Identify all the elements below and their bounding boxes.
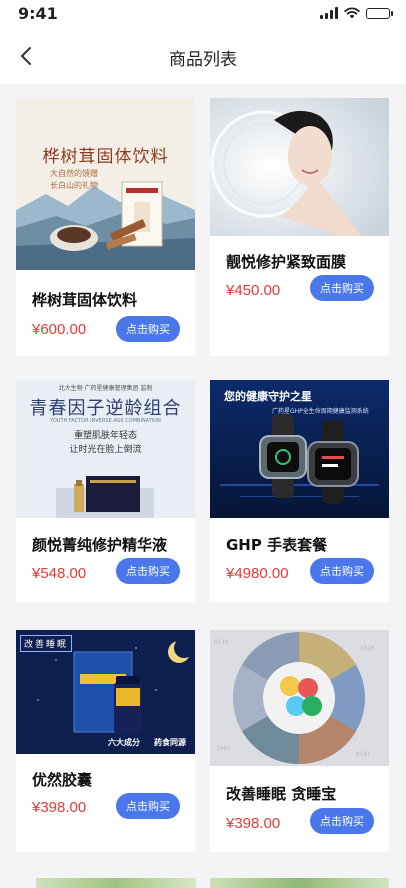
product-image — [36, 878, 196, 888]
status-icons — [320, 7, 393, 19]
image-subtext: 让时光在脸上倒流 — [69, 445, 142, 455]
image-headline: 桦树茸固体饮料 — [42, 147, 169, 167]
product-card[interactable]: 靓悦修护紧致面膜 ¥450.00 点击购买 — [210, 98, 389, 356]
image-headline: 青春因子逆龄组合 — [29, 398, 182, 419]
image-subtext: 长白山的礼物 — [50, 181, 98, 190]
image-topline: 北大生物 广药星健康管理集团 监制 — [58, 385, 153, 392]
product-image: 您的健康守护之星 广药星GHP全生命周期健康监测系统 — [210, 380, 389, 518]
product-name: 颜悦菁纯修护精华液 — [32, 536, 168, 554]
product-price: ¥4980.00 — [226, 565, 289, 582]
battery-icon — [366, 7, 393, 19]
product-name: 优然胶囊 — [32, 771, 93, 789]
image-tag: 六大成分 — [108, 738, 140, 747]
product-price: ¥450.00 — [226, 282, 281, 299]
product-image: 0110 1010 1001 0101 — [210, 630, 389, 766]
product-card[interactable]: 桦树茸固体饮料 大自然的馈赠 长白山的礼物 桦树茸固体饮料 ¥600.00 点击… — [16, 98, 195, 356]
product-image: 改善睡眠 六大成分 药食同源 — [16, 630, 195, 754]
image-subtext: 大自然的馈赠 — [50, 169, 98, 178]
image-en-subtitle: YOUTH FACTOR INVERSE AGE COMBINATION — [50, 418, 161, 424]
buy-button[interactable]: 点击购买 — [116, 558, 180, 584]
nav-bar: 商品列表 — [0, 28, 406, 84]
product-card[interactable]: 北大生物 广药星健康管理集团 监制 青春因子逆龄组合 YOUTH FACTOR … — [16, 380, 195, 602]
wifi-icon — [344, 7, 360, 19]
image-headline: 您的健康守护之星 — [224, 390, 312, 403]
product-name: 靓悦修护紧致面膜 — [226, 253, 347, 271]
product-price: ¥398.00 — [32, 799, 87, 816]
product-price: ¥600.00 — [32, 321, 87, 338]
product-image — [210, 98, 389, 236]
svg-text:1010: 1010 — [360, 645, 375, 652]
product-image — [210, 878, 389, 888]
product-name: 改善睡眠 贪睡宝 — [226, 785, 337, 803]
image-box-title: 改善睡眠 — [20, 635, 73, 652]
svg-text:1001: 1001 — [216, 745, 231, 752]
product-card[interactable]: 0110 1010 1001 0101 改善睡眠 贪睡宝 ¥398.00 点击购买 — [210, 630, 389, 852]
status-time: 9:41 — [18, 4, 58, 23]
product-name: 桦树茸固体饮料 — [32, 291, 138, 309]
product-name: GHP 手表套餐 — [226, 536, 328, 554]
status-bar: 9:41 — [0, 0, 406, 28]
image-subtext: 重塑肌肤年轻态 — [73, 431, 137, 441]
buy-button[interactable]: 点击购买 — [310, 808, 374, 834]
product-price: ¥548.00 — [32, 565, 87, 582]
product-image: 北大生物 广药星健康管理集团 监制 青春因子逆龄组合 YOUTH FACTOR … — [16, 380, 195, 518]
product-price: ¥398.00 — [226, 815, 281, 832]
product-card[interactable]: 改善睡眠 六大成分 药食同源 优然胶囊 ¥398.00 点击购买 — [16, 630, 195, 852]
buy-button[interactable]: 点击购买 — [116, 316, 180, 342]
image-subtext: 广药星GHP全生命周期健康监测系统 — [272, 408, 369, 415]
buy-button[interactable]: 点击购买 — [310, 558, 374, 584]
buy-button[interactable]: 点击购买 — [116, 793, 180, 819]
page-title: 商品列表 — [169, 50, 237, 70]
buy-button[interactable]: 点击购买 — [310, 275, 374, 301]
next-row-peek — [0, 876, 406, 888]
product-image: 桦树茸固体饮料 大自然的馈赠 长白山的礼物 — [16, 98, 195, 270]
svg-text:0101: 0101 — [356, 751, 371, 758]
image-tag: 药食同源 — [154, 738, 186, 747]
svg-text:0110: 0110 — [214, 639, 229, 646]
product-card[interactable]: 您的健康守护之星 广药星GHP全生命周期健康监测系统 GHP 手表套餐 ¥498… — [210, 380, 389, 602]
signal-icon — [320, 7, 338, 19]
